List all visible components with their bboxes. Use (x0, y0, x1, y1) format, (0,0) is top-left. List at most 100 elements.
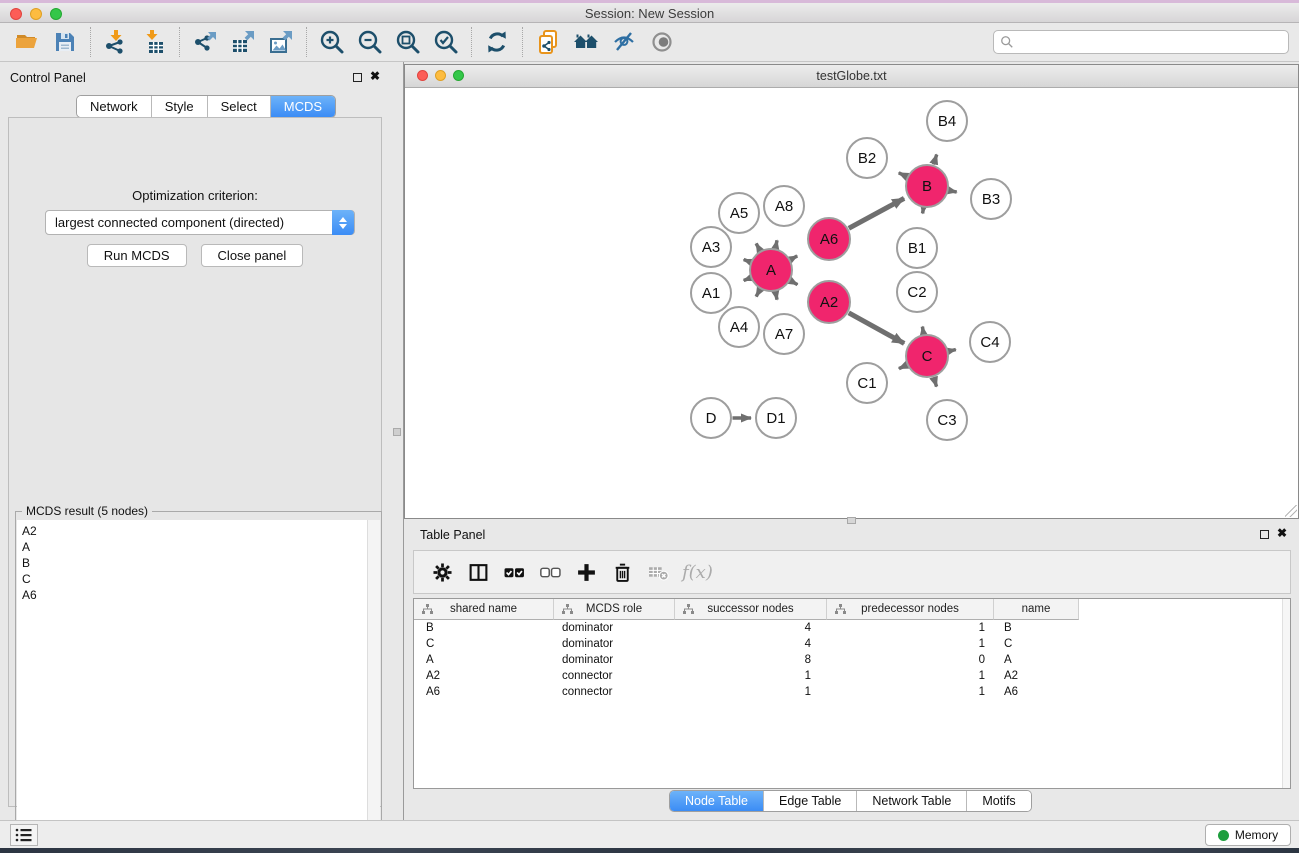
table-cell[interactable]: 0 (827, 652, 994, 668)
table-cell[interactable]: A6 (994, 684, 1079, 700)
table-cell[interactable]: A6 (414, 684, 554, 700)
close-table-panel-icon[interactable]: ✖ (1277, 526, 1287, 540)
table-cell[interactable]: 4 (675, 636, 827, 652)
column-header-predecessor-nodes[interactable]: predecessor nodes (827, 599, 994, 620)
column-header-successor-nodes[interactable]: successor nodes (675, 599, 827, 620)
run-mcds-button[interactable]: Run MCDS (87, 244, 187, 267)
column-header-MCDS-role[interactable]: MCDS role (554, 599, 675, 620)
graph-edge-B-B4[interactable] (934, 154, 937, 164)
tab-select[interactable]: Select (208, 96, 271, 117)
import-table-button[interactable] (137, 25, 171, 59)
graph-edge-A-A1[interactable] (744, 278, 750, 280)
table-cell[interactable]: 1 (675, 668, 827, 684)
tab-edge-table[interactable]: Edge Table (764, 791, 857, 811)
tab-network[interactable]: Network (77, 96, 152, 117)
task-history-button[interactable] (10, 824, 38, 846)
graph-node-C4[interactable]: C4 (970, 322, 1010, 362)
table-cell[interactable]: 8 (675, 652, 827, 668)
mcds-result-item[interactable]: A2 (22, 523, 367, 539)
table-cell[interactable]: A2 (414, 668, 554, 684)
search-field[interactable] (993, 30, 1289, 54)
close-panel-button[interactable]: Close panel (201, 244, 304, 267)
graph-node-A6[interactable]: A6 (808, 218, 850, 260)
network-window-titlebar[interactable]: testGlobe.txt (405, 65, 1298, 88)
table-cell[interactable]: dominator (554, 636, 675, 652)
hide-graphics-details-button[interactable] (607, 25, 641, 59)
graph-edge-A-A6[interactable] (791, 256, 797, 259)
zoom-in-button[interactable] (315, 25, 349, 59)
mcds-result-item[interactable]: B (22, 555, 367, 571)
vertical-splitter[interactable] (390, 62, 404, 820)
table-cell[interactable]: 1 (827, 668, 994, 684)
save-session-button[interactable] (48, 25, 82, 59)
graph-edge-A-A3[interactable] (744, 260, 750, 262)
network-canvas[interactable]: AA1A2A3A4A5A6A7A8BB1B2B3B4CC1C2C3C4DD1 (405, 88, 1298, 518)
window-resize-grip[interactable] (1285, 505, 1297, 517)
memory-button[interactable]: Memory (1205, 824, 1291, 846)
clone-network-button[interactable] (531, 25, 565, 59)
clear-selection-button[interactable] (532, 554, 568, 590)
home-button[interactable] (569, 25, 603, 59)
graph-edge-B-B3[interactable] (949, 190, 957, 192)
select-all-button[interactable] (496, 554, 532, 590)
table-cell[interactable]: connector (554, 668, 675, 684)
export-image-button[interactable] (264, 25, 298, 59)
table-row[interactable]: A6connector11A6 (414, 684, 1290, 700)
show-columns-button[interactable] (460, 554, 496, 590)
search-input[interactable] (1014, 32, 1288, 52)
vertical-splitter-handle[interactable] (393, 428, 401, 436)
tab-node-table[interactable]: Node Table (670, 791, 764, 811)
graph-node-C2[interactable]: C2 (897, 272, 937, 312)
criterion-dropdown[interactable]: largest connected component (directed) (45, 210, 355, 235)
graph-node-B1[interactable]: B1 (897, 228, 937, 268)
table-row[interactable]: Bdominator41B (414, 620, 1290, 636)
table-cell[interactable]: 4 (675, 620, 827, 636)
export-table-button[interactable] (226, 25, 260, 59)
open-session-button[interactable] (10, 25, 44, 59)
graph-node-B2[interactable]: B2 (847, 138, 887, 178)
graph-edge-A-A7[interactable] (775, 292, 777, 300)
graph-edge-C-C3[interactable] (934, 377, 937, 386)
column-header-name[interactable]: name (994, 599, 1079, 620)
mcds-result-item[interactable]: A6 (22, 587, 367, 603)
table-row[interactable]: Cdominator41C (414, 636, 1290, 652)
graph-node-D1[interactable]: D1 (756, 398, 796, 438)
table-scrollbar[interactable] (1282, 599, 1290, 788)
table-row[interactable]: Adominator80A (414, 652, 1290, 668)
graph-node-D[interactable]: D (691, 398, 731, 438)
dropdown-stepper-icon[interactable] (332, 210, 354, 235)
mcds-result-item[interactable]: C (22, 571, 367, 587)
zoom-selected-button[interactable] (429, 25, 463, 59)
mcds-result-list[interactable]: A2ABCA6 (17, 520, 367, 847)
zoom-out-button[interactable] (353, 25, 387, 59)
graph-node-A2[interactable]: A2 (808, 281, 850, 323)
function-builder-button[interactable]: f(x) (682, 562, 713, 583)
graph-node-A4[interactable]: A4 (719, 307, 759, 347)
graph-node-B4[interactable]: B4 (927, 101, 967, 141)
tab-network-table[interactable]: Network Table (857, 791, 967, 811)
delete-table-button[interactable] (640, 554, 676, 590)
column-header-shared-name[interactable]: shared name (414, 599, 554, 620)
mcds-result-scrollbar[interactable] (367, 520, 380, 847)
graph-edge-B-B1[interactable] (923, 208, 924, 213)
table-cell[interactable]: 1 (827, 636, 994, 652)
graph-edge-C-C1[interactable] (899, 365, 907, 368)
add-button[interactable] (568, 554, 604, 590)
table-settings-button[interactable] (424, 554, 460, 590)
table-cell[interactable]: B (414, 620, 554, 636)
graph-node-B[interactable]: B (906, 165, 948, 207)
graph-edge-A-A2[interactable] (791, 281, 798, 285)
graph-node-C[interactable]: C (906, 335, 948, 377)
graph-edge-C-C4[interactable] (949, 350, 956, 352)
export-network-button[interactable] (188, 25, 222, 59)
graph-node-A3[interactable]: A3 (691, 227, 731, 267)
horizontal-splitter-handle[interactable] (847, 517, 856, 524)
table-cell[interactable]: C (994, 636, 1079, 652)
graph-node-A7[interactable]: A7 (764, 314, 804, 354)
table-cell[interactable]: 1 (675, 684, 827, 700)
tab-mcds[interactable]: MCDS (271, 96, 335, 117)
graph-edge-A-A4[interactable] (756, 290, 760, 297)
table-cell[interactable]: C (414, 636, 554, 652)
table-cell[interactable]: A (994, 652, 1079, 668)
float-panel-icon[interactable] (353, 73, 362, 82)
